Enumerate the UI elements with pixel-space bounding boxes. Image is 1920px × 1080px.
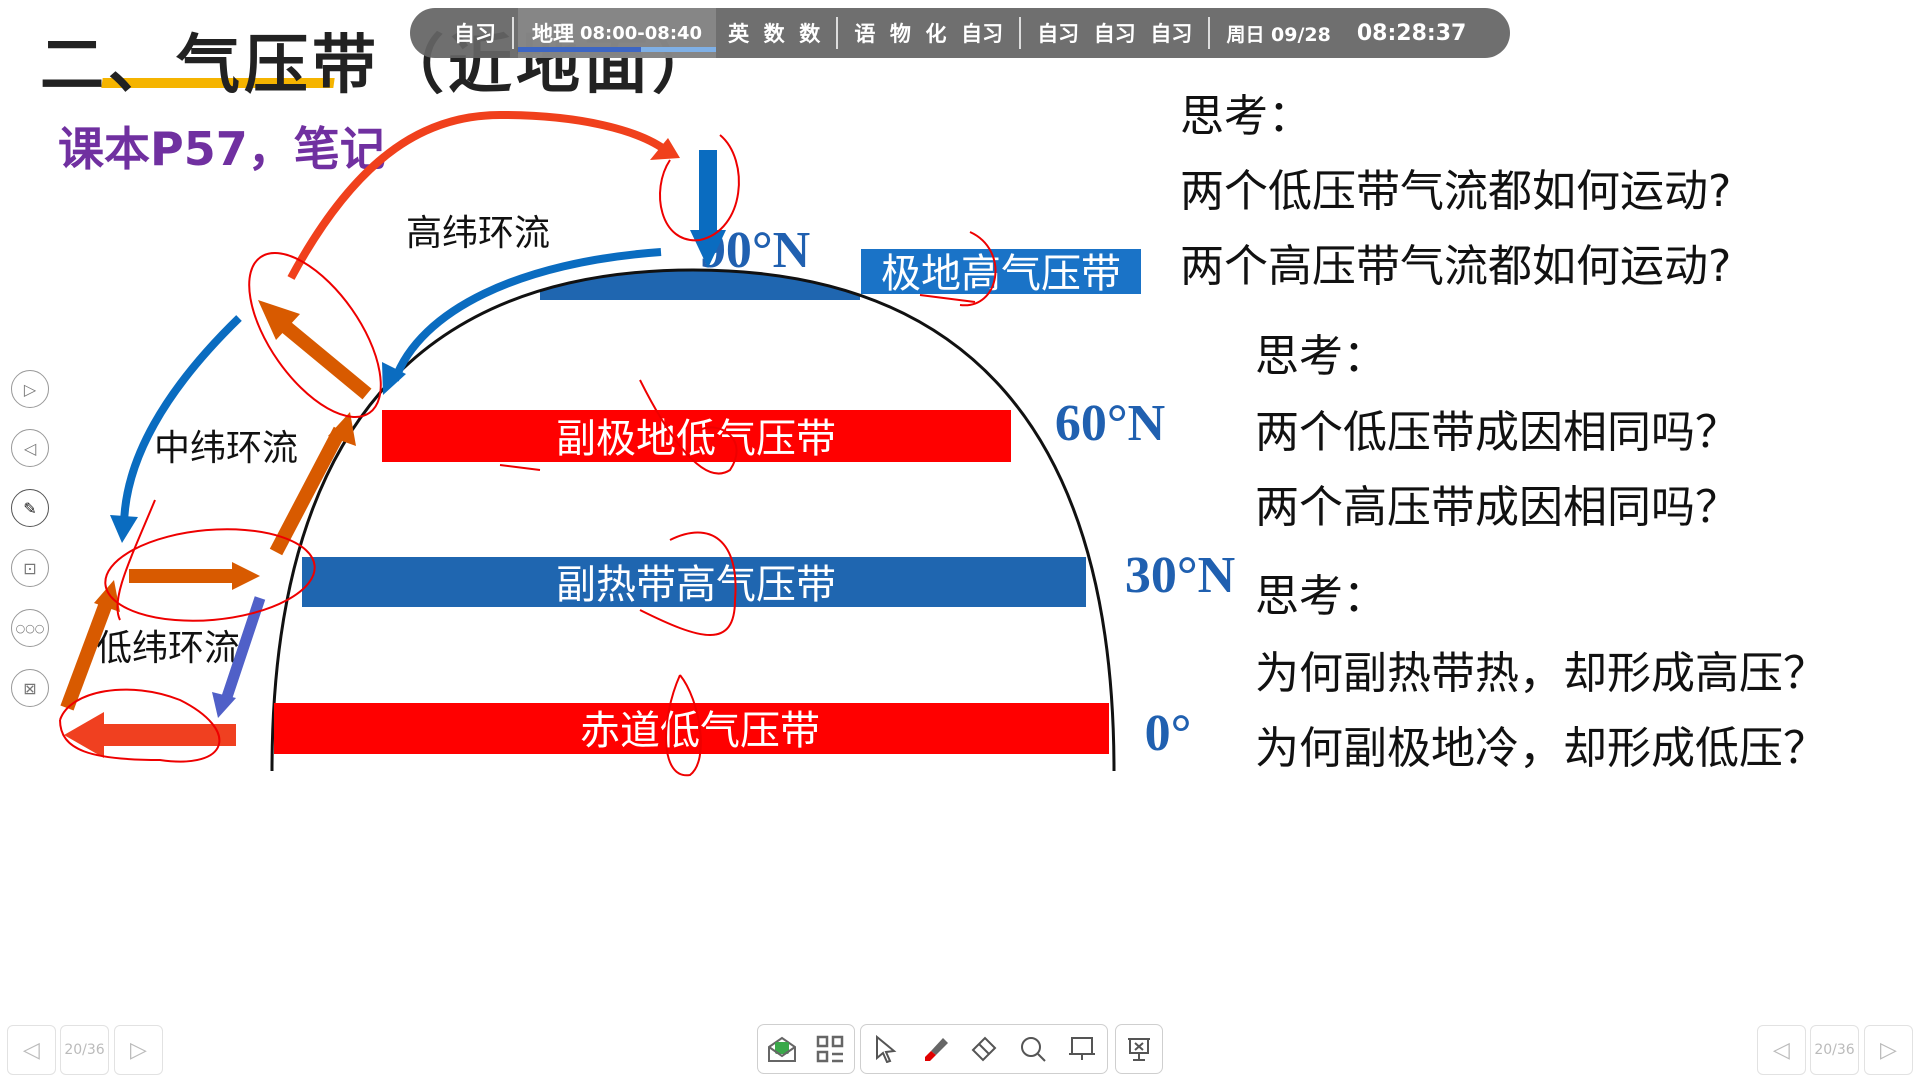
- pager-next-button[interactable]: ▷: [114, 1025, 163, 1075]
- prev-slide-button[interactable]: ◁: [11, 429, 49, 467]
- latitude-30: 30°N: [1125, 547, 1235, 604]
- blue-arc-arrow: [391, 248, 662, 382]
- latitude-60: 60°N: [1055, 395, 1165, 452]
- schedule-group: 语 物 化 自习: [854, 22, 1004, 46]
- apps-icon: [816, 1035, 844, 1063]
- pen-icon: [924, 1038, 948, 1061]
- end-show-icon: [1128, 1038, 1150, 1061]
- pager-next-button[interactable]: ▷: [1864, 1025, 1913, 1075]
- page-number: 20/36: [1814, 1042, 1855, 1058]
- prev-icon: ◁: [23, 1037, 40, 1063]
- orange-arrow: [275, 316, 372, 400]
- apps-button[interactable]: [810, 1029, 850, 1069]
- question-line: 两个低压带成因相同吗？: [1255, 407, 1739, 458]
- question-heading: 思考：: [1255, 331, 1387, 382]
- question-line: 为何副极地冷，却形成低压？: [1255, 723, 1827, 774]
- divider: [836, 17, 839, 49]
- next-icon: ▷: [130, 1037, 147, 1063]
- toolbar-group: [1115, 1024, 1163, 1074]
- question-line: 两个高压带气流都如何运动?: [1180, 241, 1732, 292]
- more-icon: ○○○: [15, 621, 45, 635]
- whiteboard-icon: [1069, 1037, 1096, 1060]
- divider: [1019, 17, 1022, 49]
- schedule-bar: 自习 地理 08:00-08:40 英 数 数 语 物 化 自习 自习 自习 自…: [410, 8, 1510, 58]
- pen-button[interactable]: ✎: [11, 489, 49, 527]
- select-icon: [875, 1035, 897, 1063]
- page-number: 20/36: [64, 1042, 105, 1058]
- page-indicator[interactable]: 20/36: [60, 1025, 109, 1075]
- page-indicator[interactable]: 20/36: [1810, 1025, 1859, 1075]
- eraser-icon: [971, 1036, 997, 1062]
- question-line: 两个高压带成因相同吗？: [1255, 482, 1739, 533]
- pen-tool[interactable]: [915, 1029, 955, 1069]
- end-show-button[interactable]: ⊠: [11, 669, 49, 707]
- divider: [512, 17, 514, 49]
- prev-icon: ◁: [1773, 1037, 1790, 1063]
- zoom-tool[interactable]: [1013, 1029, 1053, 1069]
- blue-down-arrow: [699, 150, 717, 232]
- low-latitude-circulation-label: 低纬环流: [96, 628, 240, 668]
- subpolar-low-label: 副极地低气压带: [556, 416, 836, 462]
- high-latitude-circulation-label: 高纬环流: [406, 213, 550, 253]
- clock: 08:28:37: [1356, 20, 1467, 46]
- arrowhead: [110, 515, 138, 543]
- blue-arc-arrow: [120, 315, 242, 526]
- question-line: 两个低压带气流都如何运动?: [1180, 166, 1732, 217]
- schedule-group: 自习 自习 自习: [1037, 22, 1193, 46]
- eraser-tool[interactable]: [964, 1029, 1004, 1069]
- subtropical-high-label: 副热带高气压带: [556, 562, 836, 608]
- schedule-current-class: 地理 08:00-08:40: [518, 8, 717, 58]
- pen-icon: ✎: [23, 498, 37, 518]
- divider: [1208, 17, 1211, 49]
- pager-prev-button[interactable]: ◁: [1757, 1025, 1806, 1075]
- select-tool[interactable]: [866, 1029, 906, 1069]
- schedule-group: 英 数 数: [728, 22, 821, 46]
- exit-icon: ⊠: [23, 678, 37, 698]
- toolbar-group: [757, 1024, 855, 1074]
- latitude-0: 0°: [1145, 705, 1192, 762]
- message-icon: [768, 1036, 796, 1062]
- arrowhead: [232, 562, 260, 590]
- toolbar-group: [860, 1024, 1108, 1074]
- zoom-icon: [1021, 1037, 1046, 1062]
- mid-latitude-circulation-label: 中纬环流: [154, 428, 298, 468]
- next-slide-button[interactable]: ▷: [11, 370, 49, 408]
- screenshot-icon: ⊡: [23, 558, 37, 578]
- current-subject: 地理: [532, 22, 574, 46]
- prev-icon: ◁: [23, 438, 37, 458]
- question-heading: 思考：: [1180, 91, 1312, 142]
- class-progress-bar: [518, 47, 717, 52]
- date: 周日 09/28: [1226, 23, 1331, 46]
- message-button[interactable]: [762, 1029, 802, 1069]
- whiteboard-tool[interactable]: [1062, 1029, 1102, 1069]
- question-line: 为何副热带热，却形成高压？: [1255, 648, 1827, 699]
- polar-high-label: 极地高气压带: [881, 251, 1121, 297]
- next-icon: ▷: [23, 379, 37, 399]
- end-show-button[interactable]: [1119, 1029, 1159, 1069]
- schedule-item: 自习: [454, 22, 496, 46]
- hemisphere-outline: [270, 268, 1116, 772]
- pager-prev-button[interactable]: ◁: [7, 1025, 56, 1075]
- question-heading: 思考：: [1255, 571, 1387, 622]
- next-icon: ▷: [1880, 1037, 1897, 1063]
- more-button[interactable]: ○○○: [11, 609, 49, 647]
- current-time-range: 08:00-08:40: [580, 22, 703, 44]
- screenshot-button[interactable]: ⊡: [11, 549, 49, 587]
